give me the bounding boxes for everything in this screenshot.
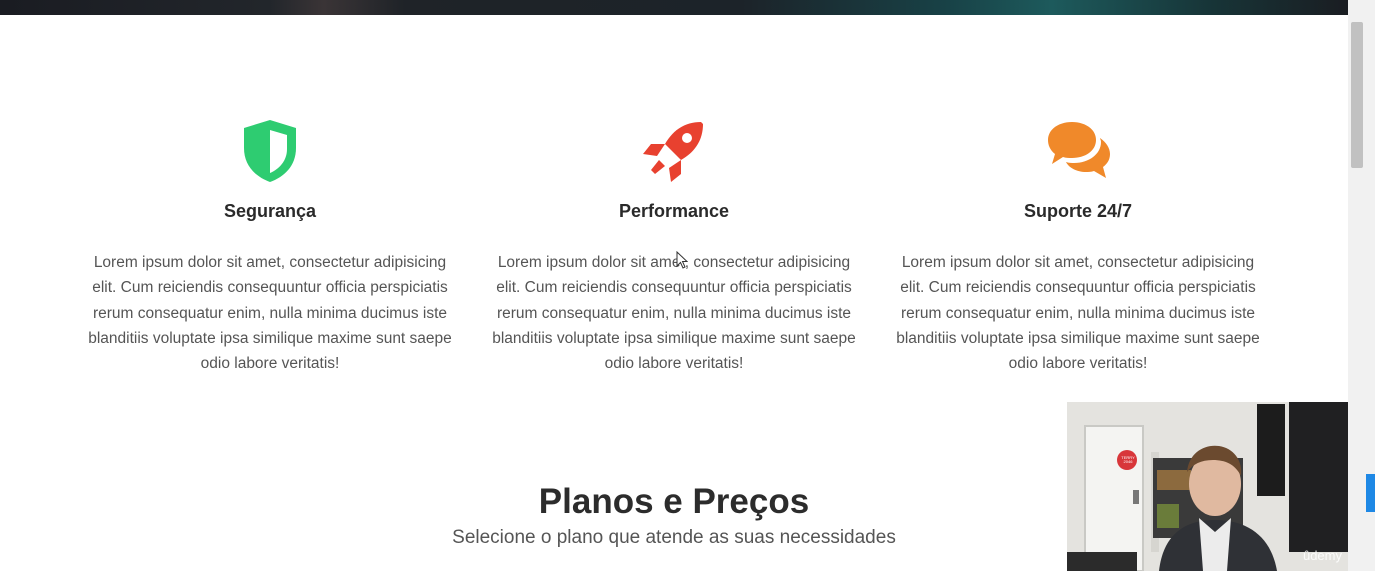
shield-icon [84,118,456,184]
feature-performance: Performance Lorem ipsum dolor sit amet, … [488,118,860,376]
feature-text: Lorem ipsum dolor sit amet, consectetur … [492,254,856,373]
vertical-scrollbar[interactable] [1348,0,1375,571]
scrollbar-marker [1366,474,1375,512]
feature-text: Lorem ipsum dolor sit amet, consectetur … [88,254,452,373]
scrollbar-thumb[interactable] [1351,22,1363,168]
feature-title: Segurança [223,201,317,221]
udemy-watermark: ûdemy [1302,548,1342,563]
feature-title: Performance [618,201,730,221]
feature-security: Segurança Lorem ipsum dolor sit amet, co… [84,118,456,376]
feature-support: Suporte 24/7 Lorem ipsum dolor sit amet,… [892,118,1264,376]
hero-banner-bottom [0,0,1348,15]
mouse-cursor-icon [676,250,689,274]
rocket-icon [488,118,860,184]
instructor-webcam-overlay: TERRY 2046 ûdemy [1067,402,1348,571]
webcam-sign-text: TERRY 2046 [1121,455,1135,464]
feature-text: Lorem ipsum dolor sit amet, consectetur … [896,254,1260,373]
feature-title: Suporte 24/7 [1023,201,1133,221]
comments-icon [892,118,1264,184]
